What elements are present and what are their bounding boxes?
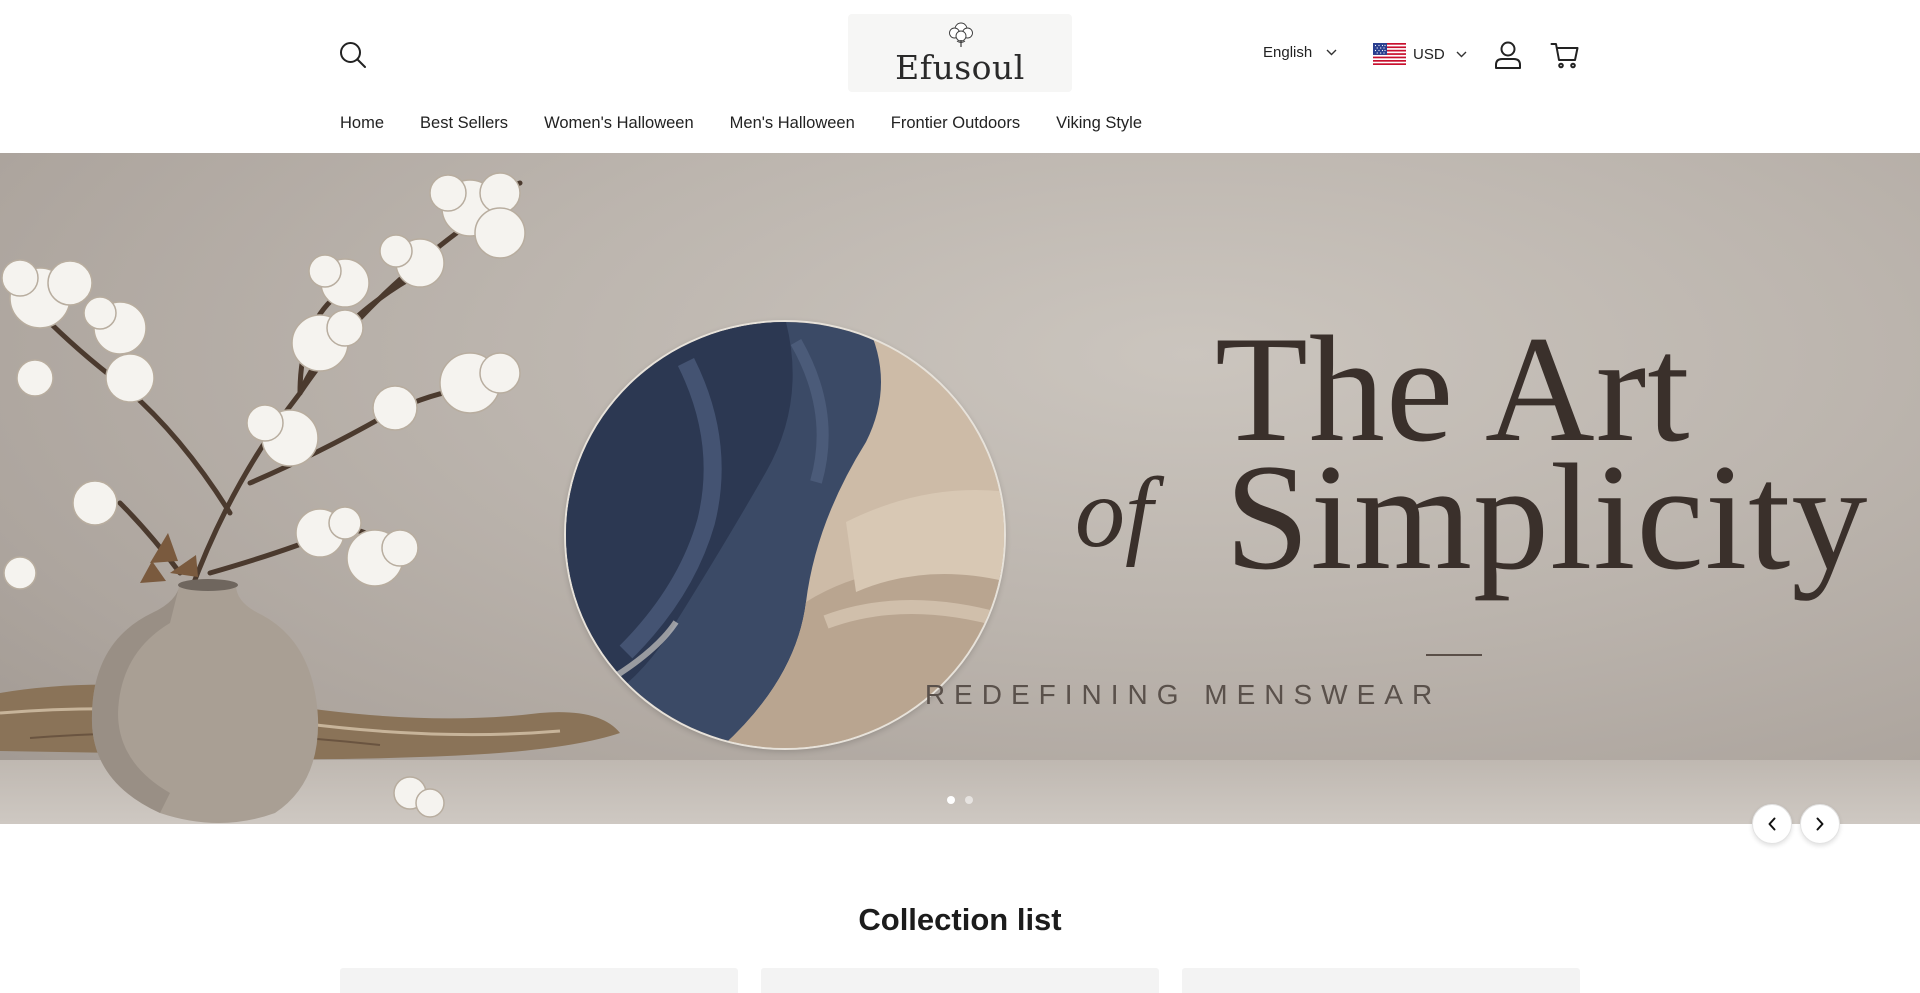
chevron-right-icon xyxy=(1816,817,1824,831)
headline-line-2: Simplicity xyxy=(1225,433,1869,601)
language-label: English xyxy=(1263,44,1313,61)
us-flag-icon xyxy=(1373,43,1406,65)
nav-item-home[interactable]: Home xyxy=(340,114,384,133)
currency-label: USD xyxy=(1413,45,1445,63)
logo-wordmark: Efusoul xyxy=(895,48,1025,87)
nav-item-womens-halloween[interactable]: Women's Halloween xyxy=(544,114,694,133)
search-button[interactable] xyxy=(338,40,368,70)
chevron-down-icon xyxy=(1326,49,1337,56)
slide-dot-2[interactable] xyxy=(965,796,973,804)
headline-of: of xyxy=(1075,457,1153,568)
account-button[interactable] xyxy=(1494,40,1522,70)
currency-selector[interactable]: USD xyxy=(1373,43,1467,65)
site-header: Efusoul English USD Home Best Sellers Wo… xyxy=(0,0,1920,153)
hero-headline: The Art of Simplicity xyxy=(1075,313,1915,673)
slideshow-prev-button[interactable] xyxy=(1752,804,1792,844)
nav-item-best-sellers[interactable]: Best Sellers xyxy=(420,114,508,133)
nav-item-frontier-outdoors[interactable]: Frontier Outdoors xyxy=(891,114,1020,133)
nav-item-mens-halloween[interactable]: Men's Halloween xyxy=(730,114,855,133)
slide-dot-1[interactable] xyxy=(947,796,955,804)
slideshow-next-button[interactable] xyxy=(1800,804,1840,844)
slideshow-pagination xyxy=(947,796,973,804)
cart-icon xyxy=(1550,43,1579,69)
language-selector[interactable]: English xyxy=(1263,44,1337,61)
site-logo[interactable]: Efusoul xyxy=(848,14,1072,92)
cotton-flower-logo-icon xyxy=(949,22,973,47)
chevron-down-icon xyxy=(1456,51,1467,57)
cart-button[interactable] xyxy=(1550,40,1580,70)
user-icon xyxy=(1495,41,1521,69)
search-icon xyxy=(340,42,366,68)
collection-card[interactable] xyxy=(340,968,738,993)
hero-slideshow: The Art of Simplicity xyxy=(0,153,1920,824)
nav-item-viking-style[interactable]: Viking Style xyxy=(1056,114,1142,133)
chevron-left-icon xyxy=(1768,817,1776,831)
hero-tagline: REDEFINING MENSWEAR xyxy=(924,679,1442,710)
collection-card[interactable] xyxy=(1182,968,1580,993)
collection-list-title: Collection list xyxy=(858,902,1062,937)
headline-divider xyxy=(1426,654,1482,656)
main-nav: Home Best Sellers Women's Halloween Men'… xyxy=(340,114,1142,133)
collection-card[interactable] xyxy=(761,968,1159,993)
